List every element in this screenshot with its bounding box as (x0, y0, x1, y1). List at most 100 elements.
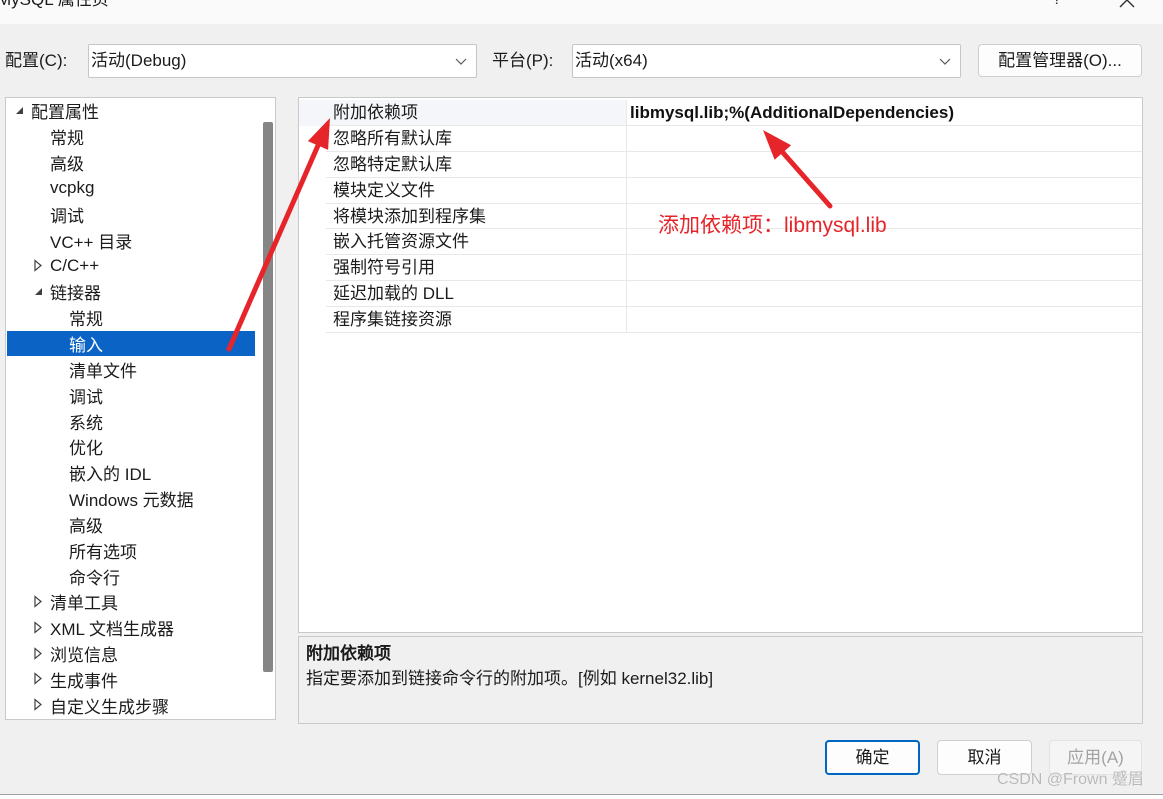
tree-item-custom-build-step[interactable]: 自定义生成步骤 (7, 692, 255, 718)
collapsed-arrow-icon[interactable] (31, 641, 50, 667)
collapsed-arrow-icon[interactable] (31, 615, 50, 641)
property-row-module-definition-file[interactable]: 模块定义文件 (299, 177, 1142, 204)
tree-item-c-cpp[interactable]: C/C++ (7, 253, 255, 279)
row-gutter (299, 126, 326, 152)
tree-item-linker-manifest-file[interactable]: 清单文件 (7, 356, 255, 382)
tree-item-manifest-tool[interactable]: 清单工具 (7, 589, 255, 615)
tree-item-label: C/C++ (50, 255, 100, 275)
row-gutter (299, 152, 326, 178)
tree-item-advanced[interactable]: 高级 (7, 150, 255, 176)
tree-item-label: 嵌入的 IDL (69, 465, 152, 485)
tree-item-linker-advanced[interactable]: 高级 (7, 512, 255, 538)
row-gutter (299, 100, 326, 126)
property-row-assembly-link-resource[interactable]: 程序集链接资源 (299, 307, 1142, 334)
tree-item-label: 生成事件 (50, 671, 118, 691)
row-gutter (299, 255, 326, 281)
tree-item-browse-information[interactable]: 浏览信息 (7, 641, 255, 667)
window-title: MySQL 属性页 (0, 0, 109, 12)
tree-scrollbar[interactable] (262, 98, 274, 719)
tree-item-vcpkg[interactable]: vcpkg (7, 176, 255, 202)
ok-button[interactable]: 确定 (825, 740, 920, 775)
tree-item-linker[interactable]: 链接器 (7, 279, 255, 305)
tree-item-label: 浏览信息 (50, 646, 118, 666)
config-manager-button[interactable]: 配置管理器(O)... (978, 44, 1142, 77)
property-name: 将模块添加到程序集 (326, 204, 626, 230)
watermark: CSDN @Frown 蹙眉 (997, 771, 1144, 788)
property-row-additional-dependencies[interactable]: 附加依赖项 libmysql.lib;%(AdditionalDependenc… (299, 100, 1142, 126)
row-gutter (299, 204, 326, 230)
collapsed-arrow-icon[interactable] (31, 692, 50, 718)
property-row-ignore-all-default-libraries[interactable]: 忽略所有默认库 (299, 125, 1142, 152)
property-value[interactable]: libmysql.lib;%(AdditionalDependencies) (626, 100, 1142, 126)
tree-item-label: 链接器 (50, 284, 101, 304)
tree-item-xml-document-generator[interactable]: XML 文档生成器 (7, 615, 255, 641)
tree-item-build-events[interactable]: 生成事件 (7, 667, 255, 693)
collapsed-arrow-icon[interactable] (31, 667, 50, 693)
property-value[interactable] (626, 177, 1142, 204)
description-title: 附加依赖项 (306, 644, 391, 663)
property-row-ignore-specific-default-libraries[interactable]: 忽略特定默认库 (299, 151, 1142, 178)
close-icon (1119, 0, 1135, 8)
tree-item-label: 自定义生成步骤 (50, 697, 169, 717)
tree-item-linker-all-options[interactable]: 所有选项 (7, 537, 255, 563)
tree-scrollbar-thumb[interactable] (263, 122, 273, 672)
tree-item-label: 配置属性 (31, 103, 99, 123)
tree-list: 配置属性 常规 高级 vcpkg 调试 VC++ 目录 C/C++ 链接器 常规 (7, 98, 255, 718)
property-name: 嵌入托管资源文件 (326, 229, 626, 256)
platform-label: 平台(P): (492, 51, 554, 70)
tree-item-linker-debugging[interactable]: 调试 (7, 382, 255, 408)
config-dropdown[interactable]: 活动(Debug) (88, 44, 477, 78)
property-name: 延迟加载的 DLL (326, 281, 626, 308)
tree-item-linker-windows-metadata[interactable]: Windows 元数据 (7, 486, 255, 512)
tree-item-linker-optimization[interactable]: 优化 (7, 434, 255, 460)
tree-item-label: 常规 (69, 310, 103, 330)
platform-dropdown-value: 活动(x64) (575, 51, 648, 70)
collapsed-arrow-icon[interactable] (31, 589, 50, 615)
property-name: 强制符号引用 (326, 255, 626, 282)
tree-item-label: XML 文档生成器 (50, 620, 175, 640)
property-value[interactable] (626, 151, 1142, 178)
tree-item-label: 所有选项 (69, 542, 137, 562)
property-value[interactable] (626, 281, 1142, 308)
property-name: 模块定义文件 (326, 178, 626, 204)
tree-item-linker-input[interactable]: 输入 (7, 330, 255, 357)
tree-item-label: 调试 (50, 206, 84, 226)
platform-dropdown[interactable]: 活动(x64) (572, 44, 961, 78)
tree-item-label: 高级 (69, 516, 103, 536)
tree-item-label: vcpkg (50, 178, 95, 198)
property-tree[interactable]: 配置属性 常规 高级 vcpkg 调试 VC++ 目录 C/C++ 链接器 常规 (5, 97, 276, 720)
property-value[interactable] (626, 255, 1142, 282)
tree-item-label: 高级 (50, 155, 84, 175)
tree-item-vc-directories[interactable]: VC++ 目录 (7, 227, 255, 253)
tree-item-general[interactable]: 常规 (7, 124, 255, 150)
expanded-arrow-icon[interactable] (12, 98, 31, 124)
tree-item-label: 常规 (50, 129, 84, 149)
property-row-force-symbol-references[interactable]: 强制符号引用 (299, 255, 1142, 282)
row-gutter (299, 307, 326, 333)
tree-item-label: 优化 (69, 439, 103, 459)
property-name: 忽略特定默认库 (326, 152, 626, 178)
tree-item-label: 输入 (69, 336, 103, 356)
tree-item-debugging[interactable]: 调试 (7, 201, 255, 227)
tree-item-linker-system[interactable]: 系统 (7, 408, 255, 434)
tree-item-label: 命令行 (69, 568, 120, 588)
property-grid[interactable]: 附加依赖项 libmysql.lib;%(AdditionalDependenc… (298, 97, 1143, 633)
expanded-arrow-icon[interactable] (31, 279, 50, 305)
tree-item-linker-embedded-idl[interactable]: 嵌入的 IDL (7, 460, 255, 486)
property-name: 附加依赖项 (326, 100, 626, 126)
tree-item-linker-general[interactable]: 常规 (7, 305, 255, 331)
title-bar: MySQL 属性页 ? (0, 0, 1163, 24)
tree-item-linker-command-line[interactable]: 命令行 (7, 563, 255, 589)
row-gutter (299, 229, 326, 255)
property-value[interactable] (626, 307, 1142, 334)
collapsed-arrow-icon[interactable] (31, 253, 50, 279)
help-button[interactable]: ? (1046, 0, 1068, 12)
property-row-delay-loaded-dlls[interactable]: 延迟加载的 DLL (299, 281, 1142, 308)
close-button[interactable] (1114, 0, 1142, 14)
description-panel: 附加依赖项 指定要添加到链接命令行的附加项。[例如 kernel32.lib] (298, 636, 1143, 724)
tree-item-label: 清单工具 (50, 594, 118, 614)
row-gutter (299, 281, 326, 307)
property-value[interactable] (626, 125, 1142, 152)
tree-item-config-properties[interactable]: 配置属性 (7, 98, 255, 124)
row-gutter (299, 178, 326, 204)
